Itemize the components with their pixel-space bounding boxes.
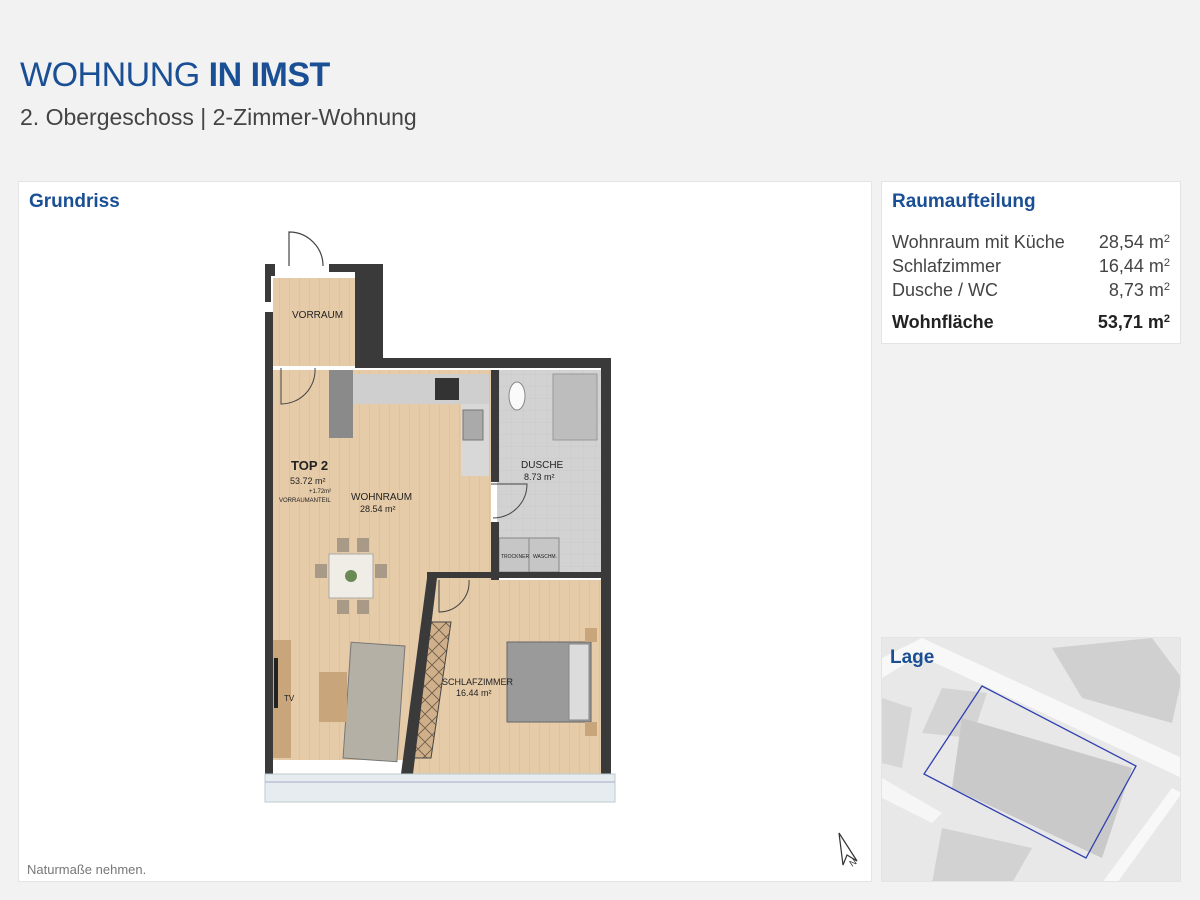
room-breakdown-heading: Raumaufteilung <box>892 191 1036 212</box>
entrance-door <box>288 231 324 267</box>
total-area-value: 53,71 m2 <box>1097 312 1170 332</box>
plant <box>345 570 357 582</box>
label-waschm: WASCHM. <box>533 554 557 560</box>
chair-3 <box>337 600 349 614</box>
label-trockner: TROCKNER <box>501 554 529 560</box>
label-wohnraum: WOHNRAUM <box>351 492 412 503</box>
room-area: 8,73 m2 <box>1108 280 1170 300</box>
chair-4 <box>357 600 369 614</box>
toilet <box>508 381 526 411</box>
chair-6 <box>375 564 387 578</box>
label-top-extra-label: VORRAUMANTEIL <box>279 498 331 504</box>
vorraum-floor <box>273 278 355 366</box>
chair-5 <box>315 564 327 578</box>
svg-text:N: N <box>847 857 858 869</box>
label-top-area: 53.72 m² <box>290 476 326 486</box>
room-name: Dusche / WC <box>892 280 999 300</box>
coffee-table <box>319 672 347 722</box>
location-map-heading: Lage <box>890 647 935 668</box>
room-row: Wohnraum mit Küche 28,54 m2 <box>892 230 1170 254</box>
label-top-extra: +1.72m² <box>309 489 331 495</box>
room-area: 16,44 m2 <box>1098 256 1170 276</box>
chair-2 <box>357 538 369 552</box>
page-subtitle: 2. Obergeschoss | 2-Zimmer-Wohnung <box>20 104 417 130</box>
kitchen-counter <box>353 374 489 404</box>
location-map-panel: Lage <box>881 637 1181 882</box>
sofa <box>342 641 406 763</box>
label-tv: TV <box>284 694 295 703</box>
total-area-row: Wohnfläche 53,71 m2 <box>892 310 1170 334</box>
window-strip <box>264 773 616 803</box>
nightstand-2 <box>585 722 597 736</box>
label-schlafzimmer-area: 16.44 m² <box>456 688 492 698</box>
label-dusche-area: 8.73 m² <box>524 472 555 482</box>
tv <box>274 658 278 708</box>
label-dusche: DUSCHE <box>521 460 564 471</box>
room-row: Dusche / WC 8,73 m2 <box>892 278 1170 302</box>
room-row: Schlafzimmer 16,44 m2 <box>892 254 1170 278</box>
room-breakdown-panel: Raumaufteilung Wohnraum mit Küche 28,54 … <box>881 181 1181 344</box>
room-name: Schlafzimmer <box>892 256 1002 276</box>
floor-plan-panel: Grundriss VORRAUM TOP 2 53.72 m² +1.72m²… <box>18 181 872 882</box>
location-map <box>882 638 1180 881</box>
plan-note: Naturmaße nehmen. <box>27 862 147 877</box>
stove <box>435 378 459 400</box>
label-schlafzimmer: SCHLAFZIMMER <box>442 677 514 687</box>
room-name: Wohnraum mit Küche <box>892 232 1065 252</box>
total-area-label: Wohnfläche <box>892 312 994 332</box>
label-wohnraum-area: 28.54 m² <box>360 504 396 514</box>
room-area: 28,54 m2 <box>1098 232 1170 252</box>
title-light: WOHNUNG <box>20 56 200 94</box>
kitchen-sink <box>462 409 484 441</box>
floor-plan-drawing: VORRAUM TOP 2 53.72 m² +1.72m² VORRAUMAN… <box>264 231 616 803</box>
north-arrow-icon: N <box>838 832 858 869</box>
bed-pillows <box>568 643 590 721</box>
page-title: WOHNUNG IN IMST <box>20 56 330 95</box>
title-bold: IN IMST <box>208 56 331 94</box>
shower-tray <box>552 373 598 441</box>
nightstand-1 <box>585 628 597 642</box>
label-vorraum: VORRAUM <box>292 310 343 321</box>
room-list: Wohnraum mit Küche 28,54 m2 Schlafzimmer… <box>892 230 1170 334</box>
chair-1 <box>337 538 349 552</box>
label-top: TOP 2 <box>291 458 328 473</box>
fridge <box>329 370 353 438</box>
